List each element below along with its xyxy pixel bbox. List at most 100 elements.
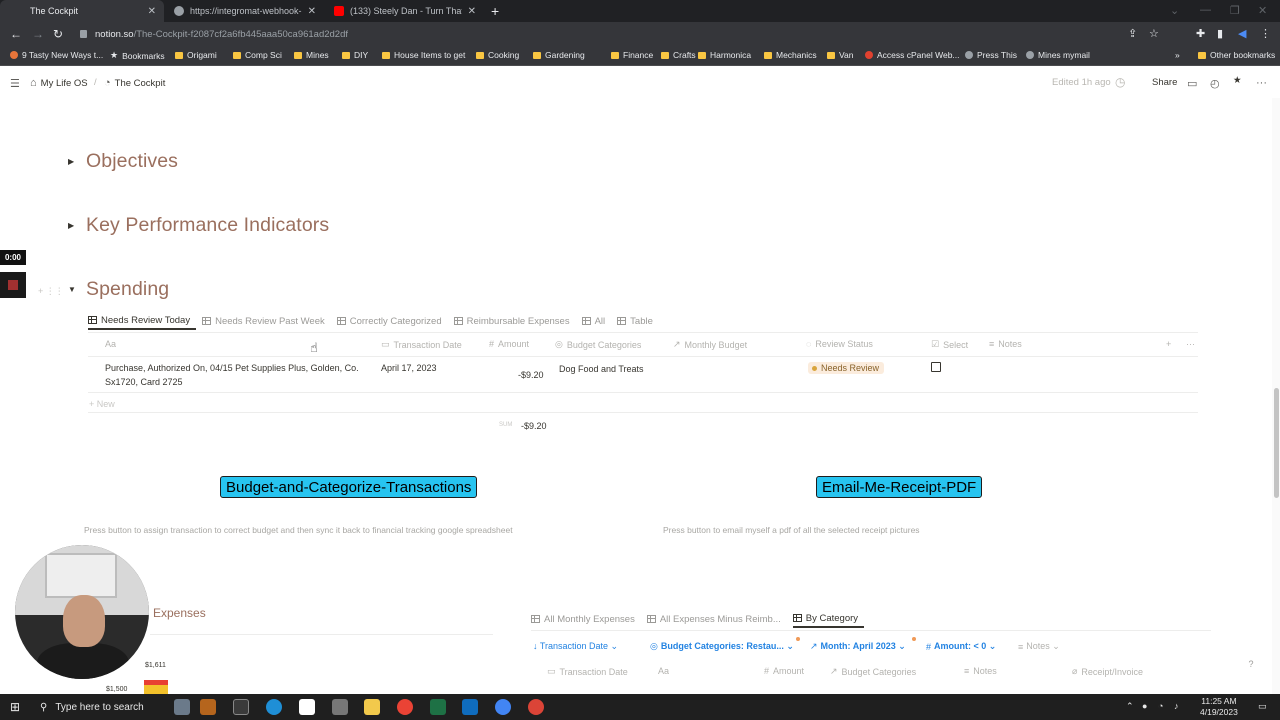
- favorite-star-icon[interactable]: ★: [1233, 75, 1242, 86]
- bookmark-folder[interactable]: Mechanics: [764, 50, 817, 60]
- spending-toggle[interactable]: ▼ Spending: [68, 278, 169, 301]
- tab-search-icon[interactable]: ⌄: [1170, 4, 1179, 17]
- column-transaction-date[interactable]: ▭ Transaction Date: [547, 666, 628, 677]
- view-tab-correctly-categorized[interactable]: Correctly Categorized: [336, 312, 448, 330]
- budget-filter-chip[interactable]: ◎ Budget Categories: Restau... ⌄: [650, 641, 794, 652]
- forward-icon[interactable]: →: [32, 27, 44, 41]
- bookmark-item[interactable]: ★ Bookmarks: [110, 50, 165, 61]
- objectives-toggle[interactable]: ▶ Objectives: [68, 150, 178, 173]
- scrollbar-thumb[interactable]: [1274, 388, 1279, 498]
- file-explorer-icon[interactable]: [364, 699, 380, 715]
- taskbar-clock[interactable]: 11:25 AM 4/19/2023: [1200, 696, 1238, 718]
- email-receipt-button[interactable]: Email-Me-Receipt-PDF: [816, 476, 983, 498]
- bookmark-folder[interactable]: Harmonica: [698, 50, 751, 60]
- amount-filter-chip[interactable]: # Amount: < 0 ⌄: [926, 641, 996, 652]
- other-bookmarks-folder[interactable]: Other bookmarks: [1198, 50, 1275, 60]
- bookmark-folder[interactable]: Van: [827, 50, 854, 60]
- view-tab-table[interactable]: Table: [617, 312, 659, 330]
- outlook-icon[interactable]: [462, 699, 478, 715]
- app-icon[interactable]: [430, 699, 446, 715]
- column-budget-categories[interactable]: ◎ Budget Categories: [555, 339, 641, 350]
- bookmark-folder[interactable]: Mines: [294, 50, 329, 60]
- chrome-icon[interactable]: [528, 699, 544, 715]
- column-name[interactable]: Aa: [105, 339, 116, 349]
- bookmark-item[interactable]: Press This: [965, 50, 1017, 60]
- bookmark-folder[interactable]: Origami: [175, 50, 217, 60]
- view-tab-needs-review-past-week[interactable]: Needs Review Past Week: [202, 312, 331, 330]
- bookmark-folder[interactable]: Crafts: [661, 50, 696, 60]
- url-field[interactable]: notion.so /The-Cockpit-f2087cf2a6fb445aa…: [80, 26, 1130, 42]
- extensions-icon[interactable]: ✚: [1196, 27, 1205, 40]
- column-notes[interactable]: ≡ Notes: [964, 666, 997, 676]
- bookmark-folder[interactable]: Cooking: [476, 50, 519, 60]
- kpi-toggle[interactable]: ▶ Key Performance Indicators: [68, 214, 329, 237]
- new-tab-icon[interactable]: +: [491, 3, 499, 19]
- column-review-status[interactable]: ◌ Review Status: [806, 339, 873, 349]
- task-view-icon[interactable]: [233, 699, 249, 715]
- taskview-thumbnail-icon[interactable]: [174, 699, 190, 715]
- updates-icon[interactable]: ◴: [1210, 77, 1220, 90]
- breadcrumb-page[interactable]: ◔ The Cockpit: [104, 77, 165, 89]
- column-amount[interactable]: # Amount: [764, 666, 804, 676]
- more-options-icon[interactable]: ···: [1256, 77, 1267, 89]
- bookmark-item[interactable]: 9 Tasty New Ways t...: [10, 50, 103, 60]
- network-icon[interactable]: ◔: [1158, 701, 1163, 711]
- column-transaction-date[interactable]: ▭ Transaction Date: [381, 339, 462, 350]
- sum-value[interactable]: -$9.20: [521, 421, 547, 431]
- view-tab-all-monthly-expenses[interactable]: All Monthly Expenses: [531, 610, 641, 628]
- expense-bar[interactable]: [144, 680, 168, 694]
- profile-icon[interactable]: ◀: [1238, 27, 1246, 40]
- month-filter-chip[interactable]: ↗ Month: April 2023 ⌄: [810, 641, 906, 652]
- sidebar-menu-icon[interactable]: ☰: [10, 77, 20, 90]
- view-tab-all-expenses-minus-reimb[interactable]: All Expenses Minus Reimb...: [646, 610, 787, 628]
- browser-menu-icon[interactable]: ⋮: [1260, 27, 1271, 40]
- share-button[interactable]: Share: [1152, 77, 1177, 88]
- reload-icon[interactable]: ↻: [53, 27, 63, 41]
- column-amount[interactable]: # Amount: [489, 339, 529, 349]
- chrome-icon[interactable]: [397, 699, 413, 715]
- breadcrumb-root[interactable]: ⌂ My Life OS: [30, 77, 88, 89]
- row-category[interactable]: Dog Food and Treats: [559, 364, 644, 374]
- browser-tab[interactable]: https://integromat-webhook-bu ✕: [166, 0, 324, 22]
- new-row-button[interactable]: + New: [89, 399, 115, 409]
- calculator-icon[interactable]: [332, 699, 348, 715]
- column-budget-categories[interactable]: ↗ Budget Categories: [830, 666, 916, 677]
- stop-recording-button[interactable]: [0, 272, 26, 298]
- add-column-button[interactable]: +: [1166, 339, 1171, 349]
- view-tab-all[interactable]: All: [581, 312, 612, 330]
- tab-close-icon[interactable]: ✕: [468, 6, 476, 17]
- volume-icon[interactable]: ♪: [1174, 701, 1179, 711]
- notion-app-icon[interactable]: [299, 699, 315, 715]
- bookmark-folder[interactable]: Finance: [611, 50, 653, 60]
- browser-tab[interactable]: (133) Steely Dan - Turn That Hea ✕: [326, 0, 484, 22]
- browser-tab-active[interactable]: The Cockpit ✕: [0, 0, 164, 22]
- column-name[interactable]: Aa: [658, 666, 669, 676]
- chrome-profile-icon[interactable]: [495, 699, 511, 715]
- bookmark-folder[interactable]: DIY: [342, 50, 368, 60]
- window-close-icon[interactable]: ✕: [1258, 4, 1267, 17]
- column-select[interactable]: ☑ Select: [931, 339, 968, 350]
- windows-start-icon[interactable]: ⊞: [10, 700, 20, 714]
- select-checkbox[interactable]: [931, 362, 941, 372]
- back-icon[interactable]: ←: [10, 27, 22, 41]
- help-button[interactable]: ?: [1244, 657, 1258, 671]
- tab-close-icon[interactable]: ✕: [148, 6, 156, 17]
- tab-close-icon[interactable]: ✕: [308, 6, 316, 17]
- microphone-icon[interactable]: ●: [1142, 701, 1147, 711]
- column-options-button[interactable]: ···: [1186, 339, 1195, 349]
- bookmark-folder[interactable]: Gardening: [533, 50, 585, 60]
- side-panel-icon[interactable]: ▮: [1217, 27, 1223, 40]
- bookmark-item[interactable]: Mines mymail: [1026, 50, 1090, 60]
- notifications-icon[interactable]: ▭: [1258, 701, 1267, 712]
- share-page-icon[interactable]: ⇪: [1128, 27, 1137, 40]
- column-monthly-budget[interactable]: ↗ Monthly Budget: [673, 339, 747, 350]
- bookmark-item[interactable]: Access cPanel Web...: [865, 50, 960, 60]
- tray-chevron-icon[interactable]: ⌃: [1126, 701, 1134, 712]
- budget-categorize-button[interactable]: Budget-and-Categorize-Transactions: [220, 476, 478, 498]
- minimize-icon[interactable]: —: [1200, 4, 1211, 16]
- bookmark-folder[interactable]: Comp Sci: [233, 50, 282, 60]
- column-notes[interactable]: ≡ Notes: [989, 339, 1022, 349]
- notes-filter-chip[interactable]: ≡ Notes ⌄: [1018, 641, 1060, 652]
- more-bookmarks-button[interactable]: »: [1175, 50, 1180, 60]
- drag-handle-icon[interactable]: + ⋮⋮: [38, 286, 64, 297]
